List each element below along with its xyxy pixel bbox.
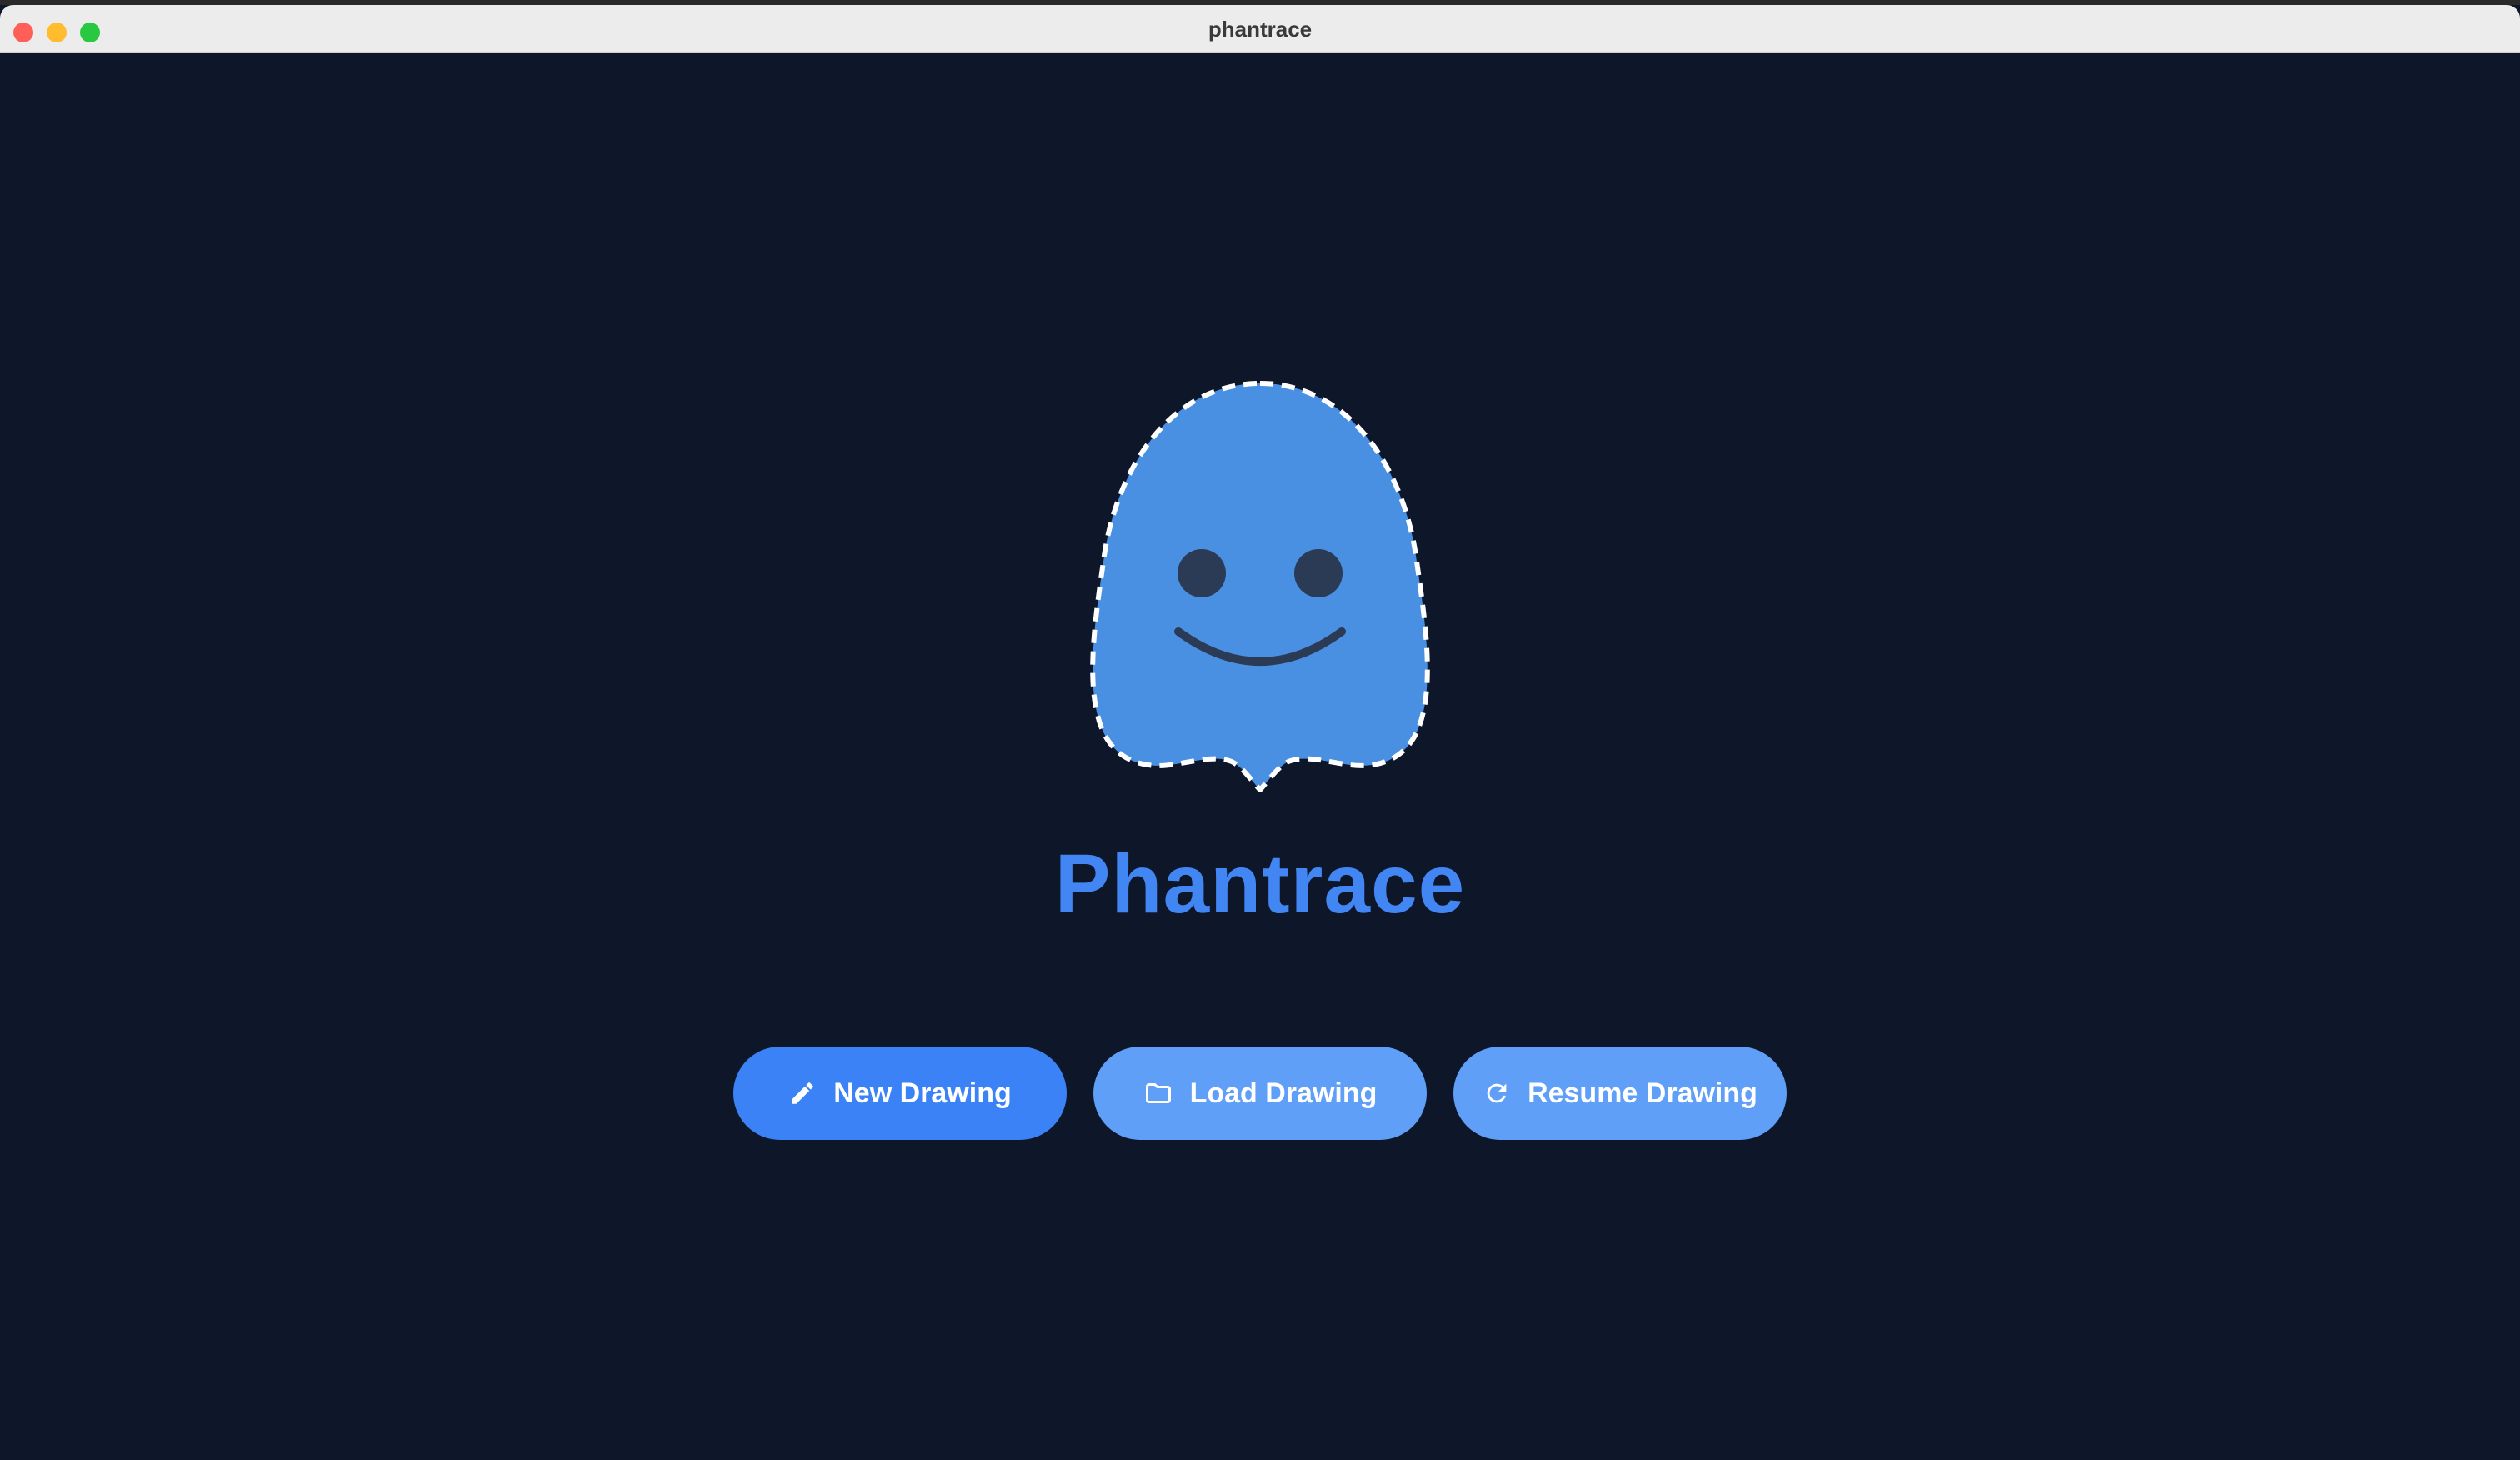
ghost-left-eye [1178,549,1226,598]
resume-drawing-label: Resume Drawing [1528,1077,1758,1109]
refresh-icon [1487,1083,1507,1103]
pencil-icon [792,1082,814,1104]
app-window: phantrace Phantrace New Drawing Load Dra… [0,0,2520,1460]
ghost-logo-icon [1090,381,1430,792]
resume-drawing-button[interactable]: Resume Drawing [1453,1047,1787,1140]
load-drawing-label: Load Drawing [1189,1077,1378,1109]
title-bar[interactable]: phantrace [0,5,2520,53]
window-title: phantrace [1208,17,1312,42]
main-content: Phantrace New Drawing Load Drawing Resum… [0,53,2520,1460]
new-drawing-button[interactable]: New Drawing [733,1047,1067,1140]
new-drawing-label: New Drawing [833,1077,1012,1109]
ghost-body [1090,381,1430,792]
ghost-right-eye [1294,549,1342,598]
load-drawing-button[interactable]: Load Drawing [1093,1047,1427,1140]
app-name-heading: Phantrace [1054,838,1466,931]
folder-icon [1145,1083,1171,1103]
